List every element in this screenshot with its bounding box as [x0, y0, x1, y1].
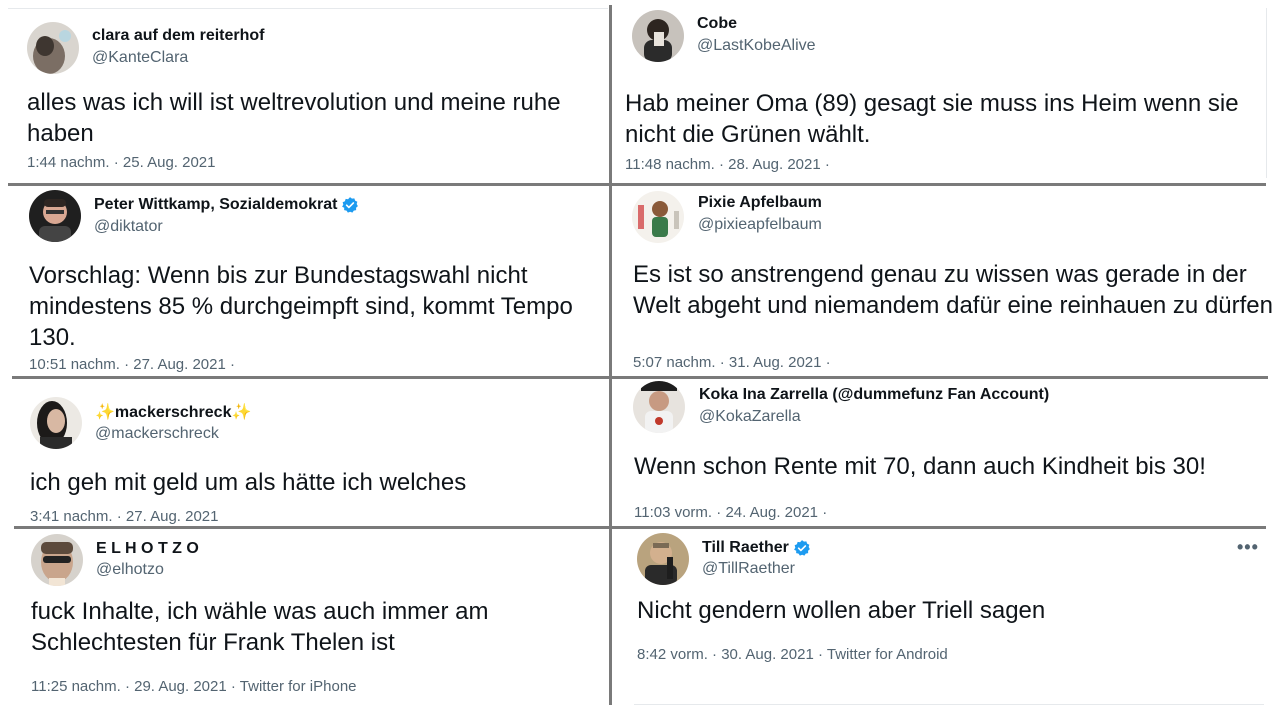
meta-separator: ·	[817, 646, 823, 663]
collage-divider-vertical	[609, 5, 612, 705]
tweet-card[interactable]: Till Raether @TillRaether ••• Nicht gend…	[612, 530, 1280, 714]
verified-badge-icon	[793, 539, 811, 557]
user-handle[interactable]: @KokaZarella	[699, 408, 801, 426]
avatar[interactable]	[27, 22, 79, 74]
collage-divider-horizontal	[14, 526, 1266, 529]
meta-separator: ·	[230, 678, 236, 695]
tweet-text: alles was ich will ist weltrevolution un…	[27, 89, 561, 147]
tweet-date[interactable]: 29. Aug. 2021	[134, 678, 227, 695]
tweet-client[interactable]: Twitter for Android	[827, 646, 948, 663]
tweet-date[interactable]: 24. Aug. 2021	[725, 504, 818, 521]
user-handle[interactable]: @LastKobeAlive	[697, 37, 816, 55]
tweet-text: fuck Inhalte, ich wähle was auch immer a…	[31, 598, 489, 656]
tweet-meta: 11:48 nachm. · 28. Aug. 2021 ·	[625, 156, 830, 173]
meta-separator: ·	[719, 354, 725, 371]
avatar[interactable]	[29, 190, 81, 242]
tweet-text: Hab meiner Oma (89) gesagt sie muss ins …	[625, 90, 1239, 148]
tweet-text: Nicht gendern wollen aber Triell sagen	[637, 597, 1046, 624]
user-handle[interactable]: @diktator	[94, 218, 163, 236]
tweet-time[interactable]: 11:03 vorm.	[634, 504, 712, 521]
meta-separator: ·	[124, 356, 130, 373]
tweet-meta: 10:51 nachm. · 27. Aug. 2021 ·	[29, 356, 235, 373]
tweet-card[interactable]: Peter Wittkamp, Sozialdemokrat @diktator…	[0, 186, 610, 376]
meta-separator: ·	[718, 156, 724, 173]
tweet-time[interactable]: 8:42 vorm.	[637, 646, 708, 663]
tweet-date[interactable]: 28. Aug. 2021	[728, 156, 821, 173]
meta-separator: ·	[824, 156, 830, 173]
display-name[interactable]: clara auf dem reiterhof	[92, 27, 265, 45]
meta-separator: ·	[116, 508, 122, 525]
tweet-meta: 3:41 nachm. · 27. Aug. 2021	[30, 508, 219, 525]
tweet-time[interactable]: 11:25 nachm.	[31, 678, 121, 695]
verified-badge-icon	[341, 196, 359, 214]
tweet-date[interactable]: 31. Aug. 2021	[729, 354, 822, 371]
collage-divider-horizontal	[12, 376, 1268, 379]
display-name[interactable]: ✨mackerschreck✨	[95, 402, 251, 422]
tweet-time[interactable]: 5:07 nachm.	[633, 354, 716, 371]
avatar[interactable]	[632, 10, 684, 62]
tweet-meta: 11:25 nachm. · 29. Aug. 2021 · Twitter f…	[31, 678, 357, 695]
avatar[interactable]	[633, 381, 685, 433]
more-options-icon[interactable]: •••	[1237, 537, 1259, 558]
tweet-date[interactable]: 27. Aug. 2021	[133, 356, 226, 373]
display-name[interactable]: Koka Ina Zarrella (@dummefunz Fan Accoun…	[699, 386, 1049, 404]
avatar[interactable]	[30, 397, 82, 449]
tweet-client[interactable]: Twitter for iPhone	[240, 678, 357, 695]
avatar[interactable]	[31, 534, 83, 586]
tweet-card[interactable]: Cobe @LastKobeAlive Hab meiner Oma (89) …	[612, 0, 1280, 184]
tweet-meta: 11:03 vorm. · 24. Aug. 2021 ·	[634, 504, 827, 521]
user-handle[interactable]: @mackerschreck	[95, 425, 219, 443]
tweet-time[interactable]: 1:44 nachm.	[27, 154, 110, 171]
tweet-text: Wenn schon Rente mit 70, dann auch Kindh…	[634, 453, 1206, 480]
tweet-card[interactable]: E L H O T Z O @elhotzo fuck Inhalte, ich…	[0, 530, 610, 714]
user-handle[interactable]: @TillRaether	[702, 560, 795, 578]
display-name[interactable]: Peter Wittkamp, Sozialdemokrat	[94, 196, 359, 214]
tweet-meta: 8:42 vorm. · 30. Aug. 2021 · Twitter for…	[637, 646, 948, 663]
meta-separator: ·	[716, 504, 722, 521]
tweet-card[interactable]: clara auf dem reiterhof @KanteClara alle…	[0, 0, 610, 184]
tweet-meta: 5:07 nachm. · 31. Aug. 2021 ·	[633, 354, 831, 371]
tweet-text: Vorschlag: Wenn bis zur Bundestagswahl n…	[29, 262, 573, 351]
tweet-date[interactable]: 25. Aug. 2021	[123, 154, 216, 171]
meta-separator: ·	[113, 154, 119, 171]
meta-separator: ·	[712, 646, 718, 663]
avatar[interactable]	[637, 533, 689, 585]
display-name[interactable]: Cobe	[697, 15, 737, 33]
meta-separator: ·	[822, 504, 828, 521]
avatar[interactable]	[632, 191, 684, 243]
display-name[interactable]: Pixie Apfelbaum	[698, 194, 822, 212]
tweet-time[interactable]: 10:51 nachm.	[29, 356, 120, 373]
tweet-card[interactable]: ✨mackerschreck✨ @mackerschreck ich geh m…	[0, 380, 610, 526]
tweet-text: Es ist so anstrengend genau zu wissen wa…	[633, 261, 1273, 319]
tweet-text: ich geh mit geld um als hätte ich welche…	[30, 469, 467, 496]
user-handle[interactable]: @KanteClara	[92, 49, 188, 67]
user-handle[interactable]: @elhotzo	[96, 561, 164, 579]
tweet-date[interactable]: 27. Aug. 2021	[126, 508, 219, 525]
display-name[interactable]: Till Raether	[702, 539, 811, 557]
meta-separator: ·	[230, 356, 236, 373]
tweet-date[interactable]: 30. Aug. 2021	[721, 646, 814, 663]
meta-separator: ·	[825, 354, 831, 371]
user-handle[interactable]: @pixieapfelbaum	[698, 216, 822, 234]
tweet-time[interactable]: 11:48 nachm.	[625, 156, 715, 173]
tweet-card[interactable]: Pixie Apfelbaum @pixieapfelbaum Es ist s…	[612, 186, 1280, 376]
tweet-time[interactable]: 3:41 nachm.	[30, 508, 113, 525]
display-name[interactable]: E L H O T Z O	[96, 540, 199, 558]
tweet-card[interactable]: Koka Ina Zarrella (@dummefunz Fan Accoun…	[612, 380, 1280, 526]
meta-separator: ·	[124, 678, 130, 695]
collage-divider-horizontal	[8, 183, 1266, 186]
tweet-meta: 1:44 nachm. · 25. Aug. 2021	[27, 154, 216, 171]
